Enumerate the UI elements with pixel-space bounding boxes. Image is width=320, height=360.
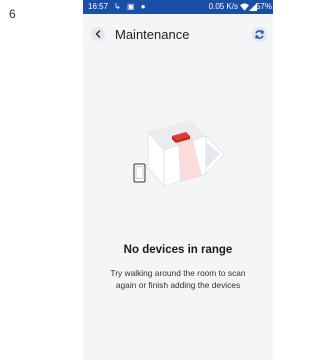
battery-level: 57%	[255, 2, 272, 11]
image-icon: ▣	[126, 2, 137, 11]
refresh-icon	[255, 30, 264, 39]
refresh-button[interactable]	[252, 27, 267, 42]
phone-screen: 16:57 ↳ ▣ ● 0.05 K/s 57% Maintenance No …	[83, 0, 273, 360]
status-time: 16:57	[88, 2, 109, 11]
empty-state-message: Try walking around the room to scan agai…	[110, 268, 246, 290]
app-header: Maintenance	[83, 22, 273, 50]
chevron-left-icon	[95, 30, 101, 38]
room-scan-illustration	[133, 120, 225, 187]
notification-icons: ↳ ▣ ●	[114, 2, 148, 11]
location-icon: ●	[140, 2, 148, 11]
wifi-icon	[240, 3, 249, 11]
network-speed: 0.05 K/s	[208, 2, 238, 11]
status-bar: 16:57 ↳ ▣ ● 0.05 K/s 57%	[83, 0, 273, 14]
signal-alt-icon: ↳	[114, 2, 123, 11]
back-button[interactable]	[91, 27, 105, 41]
empty-state-title: No devices in range	[123, 244, 233, 256]
page-number: 6	[9, 7, 16, 21]
page-title: Maintenance	[115, 27, 190, 42]
